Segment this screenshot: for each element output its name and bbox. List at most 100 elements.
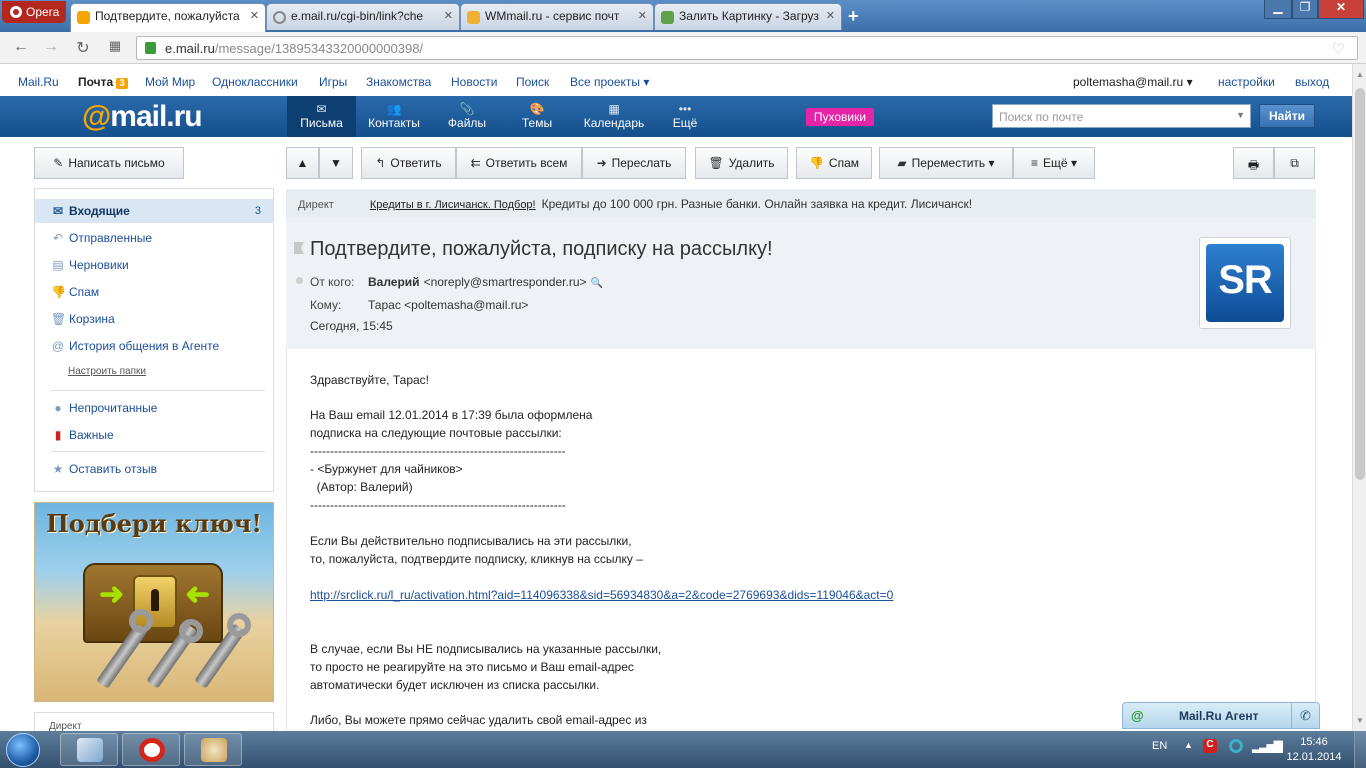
close-tab-icon[interactable]: ✕ bbox=[444, 9, 453, 22]
mailru-agent-widget[interactable]: @ Mail.Ru Агент ✆ bbox=[1122, 702, 1320, 729]
portal-link-mail[interactable]: Почта 3 bbox=[78, 75, 128, 89]
nav-calendar[interactable]: ▦ Календарь bbox=[578, 96, 650, 137]
close-tab-icon[interactable]: ✕ bbox=[826, 9, 835, 22]
language-indicator[interactable]: EN bbox=[1152, 740, 1167, 752]
portal-link-news[interactable]: Новости bbox=[451, 75, 497, 89]
tray-app-icon[interactable] bbox=[1229, 739, 1243, 753]
scrollbar-thumb[interactable] bbox=[1355, 88, 1365, 480]
portal-link-games[interactable]: Игры bbox=[319, 75, 347, 89]
filter-unread[interactable]: ● Непрочитанные bbox=[35, 396, 273, 420]
logout-link[interactable]: выход bbox=[1295, 75, 1329, 89]
agent-title: Mail.Ru Агент bbox=[1179, 709, 1259, 723]
folder-drafts[interactable]: ▤ Черновики bbox=[35, 253, 273, 277]
star-icon: ★ bbox=[52, 462, 64, 476]
portal-link-search[interactable]: Поиск bbox=[516, 75, 549, 89]
windows-taskbar: EN ▲ C ▂▃▅▇ 15:46 12.01.2014 bbox=[0, 731, 1366, 768]
find-button[interactable]: Найти bbox=[1259, 104, 1315, 128]
next-message-button[interactable]: ▼ bbox=[319, 147, 353, 179]
reply-all-icon: ⇇ bbox=[470, 156, 481, 170]
nav-files[interactable]: 📎 Файлы bbox=[440, 96, 494, 137]
folder-agent-history[interactable]: @ История общения в Агенте bbox=[35, 334, 273, 358]
feedback-link[interactable]: ★ Оставить отзыв bbox=[35, 457, 273, 481]
opera-menu-button[interactable]: Opera bbox=[2, 1, 66, 23]
recipient[interactable]: Тарас <poltemasha@mail.ru> bbox=[368, 298, 528, 312]
compose-button[interactable]: ✎ Написать письмо bbox=[34, 147, 184, 179]
palette-icon: 🎨 bbox=[529, 102, 545, 116]
portal-link-dating[interactable]: Знакомства bbox=[366, 75, 431, 89]
filter-important[interactable]: ▮ Важные bbox=[35, 423, 273, 447]
chevron-down-icon: ▾ bbox=[988, 156, 995, 170]
activation-link[interactable]: http://srclick.ru/l_ru/activation.html?a… bbox=[310, 588, 893, 602]
folder-trash[interactable]: 🗑 Корзина bbox=[35, 307, 273, 331]
bookmark-heart-icon[interactable]: ♡ bbox=[1332, 40, 1345, 58]
spam-button[interactable]: 👎 Спам bbox=[796, 147, 872, 179]
sender-name[interactable]: Валерий bbox=[368, 275, 420, 289]
reload-icon[interactable]: ↻ bbox=[72, 38, 94, 58]
prev-message-button[interactable]: ▲ bbox=[286, 147, 319, 179]
nav-themes[interactable]: 🎨 Темы bbox=[512, 96, 562, 137]
popout-icon: ⧉ bbox=[1290, 156, 1299, 170]
speed-dial-icon[interactable]: ▦ bbox=[104, 38, 126, 58]
settings-link[interactable]: настройки bbox=[1218, 75, 1275, 89]
taskbar-app-explorer[interactable] bbox=[60, 733, 118, 766]
page-scrollbar[interactable]: ▲ ▼ bbox=[1352, 64, 1366, 731]
search-icon[interactable]: 🔍 bbox=[591, 278, 603, 289]
flag-icon[interactable] bbox=[294, 242, 304, 254]
show-desktop-button[interactable] bbox=[1354, 731, 1366, 768]
phone-icon[interactable]: ✆ bbox=[1291, 703, 1319, 729]
mailru-logo[interactable]: @mail.ru bbox=[82, 100, 203, 134]
reply-all-button[interactable]: ⇇ Ответить всем bbox=[456, 147, 582, 179]
browser-tab-4[interactable]: Залить Картинку - Загруз ✕ bbox=[654, 3, 842, 30]
minimize-icon[interactable]: ▁ bbox=[1264, 0, 1292, 19]
close-tab-icon[interactable]: ✕ bbox=[250, 9, 259, 22]
folder-sent[interactable]: ↶ Отправленные bbox=[35, 226, 273, 250]
taskbar-clock[interactable]: 15:46 12.01.2014 bbox=[1286, 735, 1342, 765]
url-input[interactable]: e.mail.ru/message/13895343320000000398/ … bbox=[136, 36, 1358, 60]
sender-email[interactable]: <noreply@smartresponder.ru> bbox=[424, 275, 587, 289]
browser-tab-3[interactable]: WMmail.ru - сервис почт ✕ bbox=[460, 3, 654, 30]
setup-folders-link[interactable]: Настроить папки bbox=[68, 366, 146, 377]
portal-link-mailru[interactable]: Mail.Ru bbox=[18, 75, 59, 89]
reply-button[interactable]: ↰ Ответить bbox=[361, 147, 456, 179]
read-status-dot-icon[interactable] bbox=[296, 277, 303, 284]
portal-link-my-world[interactable]: Мой Мир bbox=[145, 75, 195, 89]
forward-arrow-icon[interactable]: → bbox=[40, 38, 62, 58]
folder-inbox[interactable]: ✉ Входящие 3 bbox=[35, 199, 273, 223]
antivirus-tray-icon[interactable]: C bbox=[1203, 739, 1217, 753]
user-email-menu[interactable]: poltemasha@mail.ru ▾ bbox=[1073, 75, 1193, 89]
nav-contacts[interactable]: 👥 Контакты bbox=[360, 96, 428, 137]
ad-link[interactable]: Кредиты в г. Лисичанск. Подбор! bbox=[370, 199, 536, 211]
promo-badge[interactable]: Пуховики bbox=[806, 108, 874, 126]
start-button[interactable] bbox=[6, 733, 40, 767]
more-button[interactable]: ≡ Ещё ▾ bbox=[1013, 147, 1095, 179]
scroll-up-icon[interactable]: ▲ bbox=[1356, 70, 1364, 79]
body-line: автоматически будет исключен из списка р… bbox=[310, 678, 600, 692]
network-signal-icon[interactable]: ▂▃▅▇ bbox=[1252, 739, 1283, 753]
dropdown-triangle-icon[interactable]: ▼ bbox=[1236, 110, 1245, 120]
browser-tab-2[interactable]: e.mail.ru/cgi-bin/link?che ✕ bbox=[266, 3, 460, 30]
nav-letters[interactable]: ✉ Письма bbox=[287, 96, 356, 137]
open-separate-window-button[interactable]: ⧉ bbox=[1274, 147, 1315, 179]
taskbar-app-opera[interactable] bbox=[122, 733, 180, 766]
taskbar-app-paint[interactable] bbox=[184, 733, 242, 766]
forward-button[interactable]: ➜ Переслать bbox=[582, 147, 686, 179]
portal-link-odnoklassniki[interactable]: Одноклассники bbox=[212, 75, 298, 89]
print-button[interactable]: 🖶 bbox=[1233, 147, 1274, 179]
folder-spam[interactable]: 👎 Спам bbox=[35, 280, 273, 304]
portal-link-all-projects[interactable]: Все проекты ▾ bbox=[570, 75, 649, 89]
delete-button[interactable]: 🗑 Удалить bbox=[695, 147, 788, 179]
new-tab-button[interactable]: + bbox=[848, 6, 859, 27]
move-button[interactable]: ▰ Переместить ▾ bbox=[879, 147, 1013, 179]
tray-expand-icon[interactable]: ▲ bbox=[1184, 740, 1193, 750]
scroll-down-icon[interactable]: ▼ bbox=[1356, 716, 1364, 725]
agent-at-icon: @ bbox=[1131, 708, 1144, 723]
close-tab-icon[interactable]: ✕ bbox=[638, 9, 647, 22]
browser-tab-active[interactable]: Подтвердите, пожалуйста ✕ bbox=[70, 3, 266, 32]
back-arrow-icon[interactable]: ← bbox=[10, 38, 32, 58]
close-window-icon[interactable]: ✕ bbox=[1318, 0, 1364, 19]
mail-search-input[interactable]: Поиск по почте ▼ bbox=[992, 104, 1251, 128]
image-host-favicon-icon bbox=[661, 11, 674, 24]
game-banner[interactable]: Подбери ключ! ➜ ➜ bbox=[34, 502, 274, 702]
nav-more[interactable]: ••• Ещё bbox=[666, 96, 704, 137]
maximize-icon[interactable]: ❐ bbox=[1292, 0, 1318, 19]
